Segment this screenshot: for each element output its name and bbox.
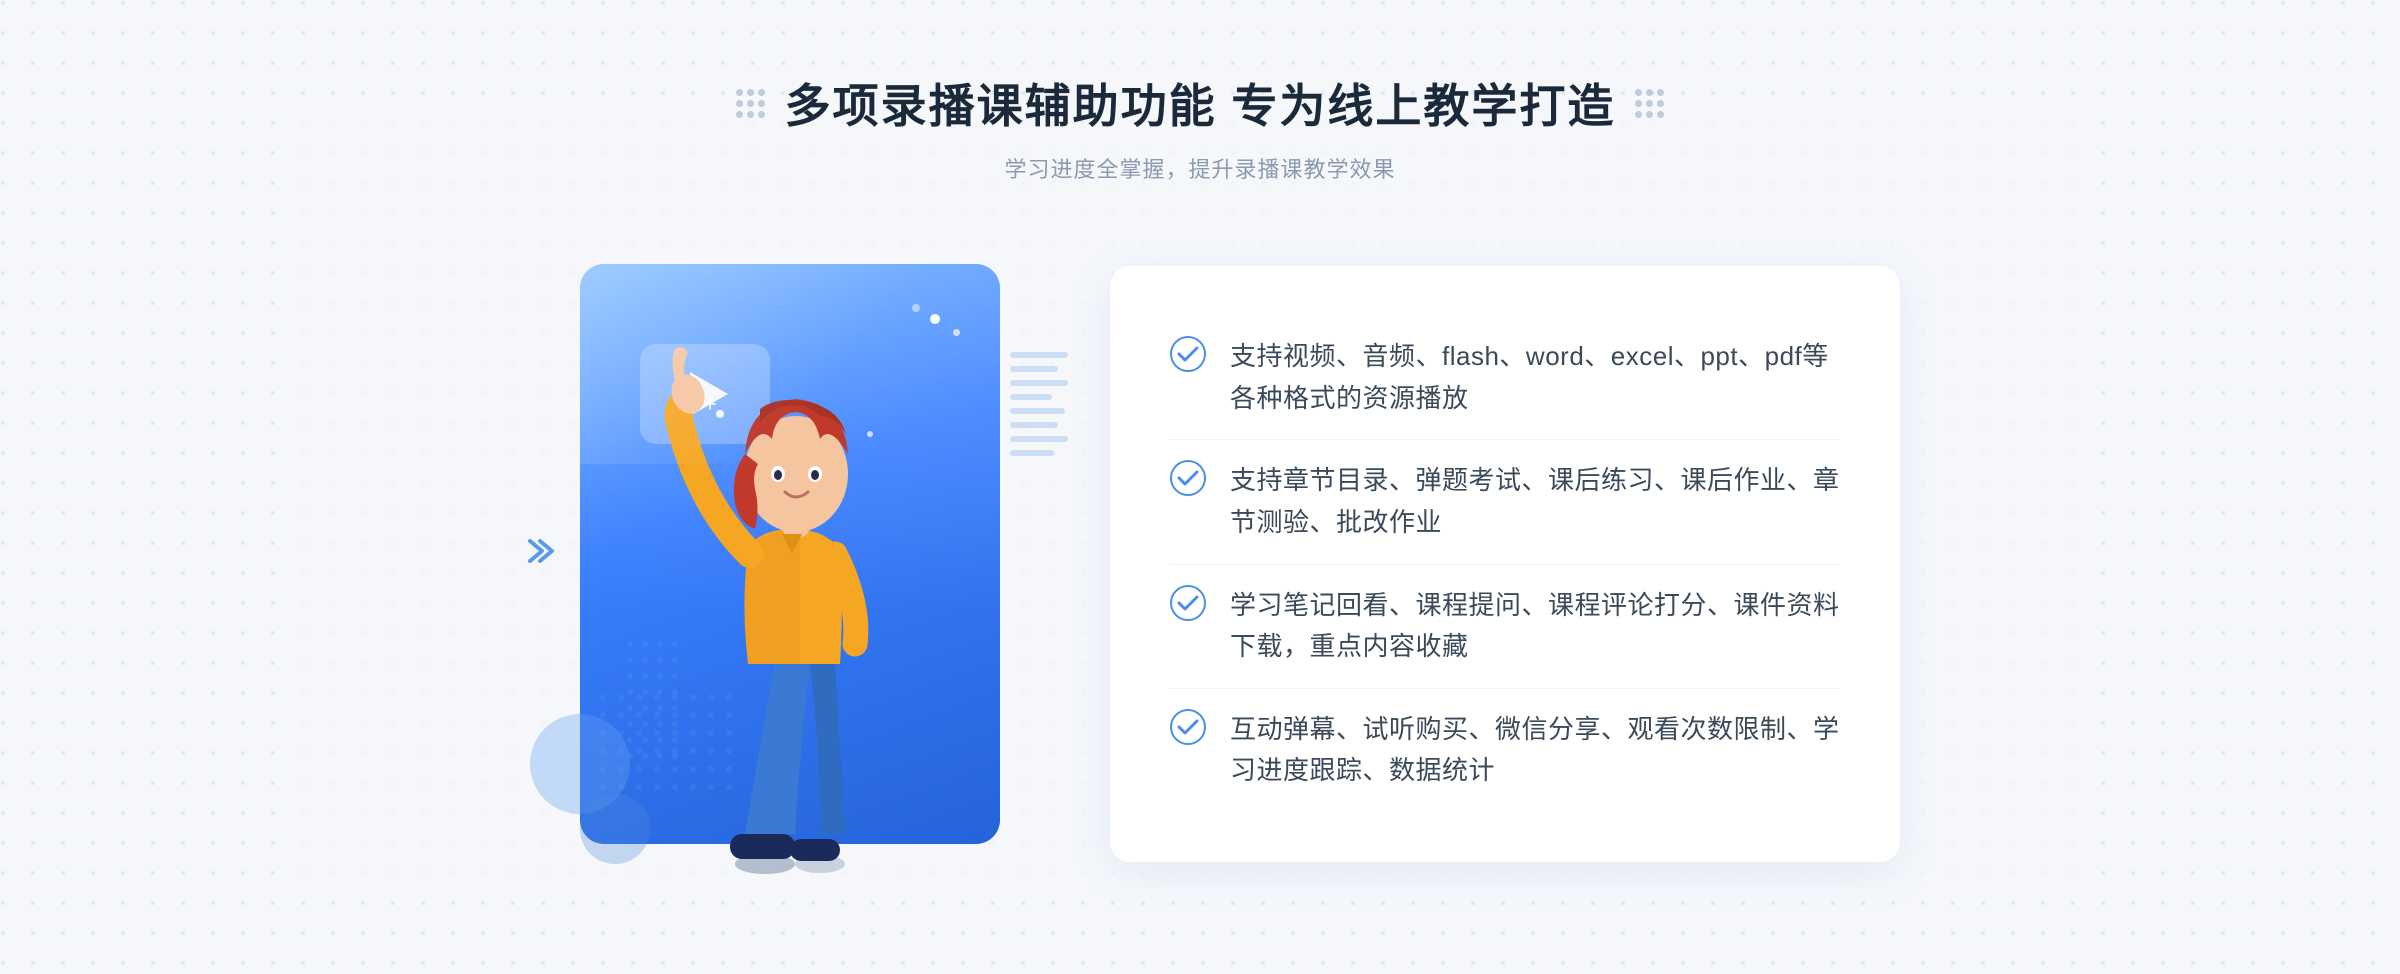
feature-text-3: 学习笔记回看、课程提问、课程评论打分、课件资料下载，重点内容收藏	[1230, 585, 1840, 668]
content-area: // Will be rendered via template	[500, 234, 1900, 894]
sparkle-3	[912, 304, 920, 312]
illustration-area: // Will be rendered via template	[500, 234, 1080, 894]
sparkle-1	[930, 314, 940, 324]
arrow-left-deco	[522, 531, 562, 571]
check-icon-3	[1170, 585, 1206, 621]
check-icon-1	[1170, 336, 1206, 372]
page-title: 多项录播课辅助功能 专为线上教学打造	[785, 70, 1616, 136]
features-panel: 支持视频、音频、flash、word、excel、ppt、pdf等各种格式的资源…	[1110, 266, 1900, 862]
title-dots-left	[736, 89, 765, 118]
stripe-deco	[1010, 334, 1070, 474]
check-icon-4	[1170, 709, 1206, 745]
feature-text-1: 支持视频、音频、flash、word、excel、ppt、pdf等各种格式的资源…	[1230, 336, 1840, 419]
feature-item-4: 互动弹幕、试听购买、微信分享、观看次数限制、学习进度跟踪、数据统计	[1170, 689, 1840, 812]
feature-item-3: 学习笔记回看、课程提问、课程评论打分、课件资料下载，重点内容收藏	[1170, 565, 1840, 689]
page-wrapper: 多项录播课辅助功能 专为线上教学打造 学习进度全掌握，提升录播课教学效果	[0, 30, 2400, 944]
page-subtitle: 学习进度全掌握，提升录播课教学效果	[1004, 152, 1395, 184]
title-dots-right	[1635, 89, 1664, 118]
header-section: 多项录播课辅助功能 专为线上教学打造 学习进度全掌握，提升录播课教学效果	[736, 70, 1665, 184]
check-icon-2	[1170, 460, 1206, 496]
sparkle-2	[953, 329, 960, 336]
figure-illustration	[620, 344, 960, 874]
feature-item-1: 支持视频、音频、flash、word、excel、ppt、pdf等各种格式的资源…	[1170, 316, 1840, 440]
title-row: 多项录播课辅助功能 专为线上教学打造	[736, 70, 1665, 136]
feature-text-4: 互动弹幕、试听购买、微信分享、观看次数限制、学习进度跟踪、数据统计	[1230, 709, 1840, 792]
feature-text-2: 支持章节目录、弹题考试、课后练习、课后作业、章节测验、批改作业	[1230, 460, 1840, 543]
feature-item-2: 支持章节目录、弹题考试、课后练习、课后作业、章节测验、批改作业	[1170, 440, 1840, 564]
